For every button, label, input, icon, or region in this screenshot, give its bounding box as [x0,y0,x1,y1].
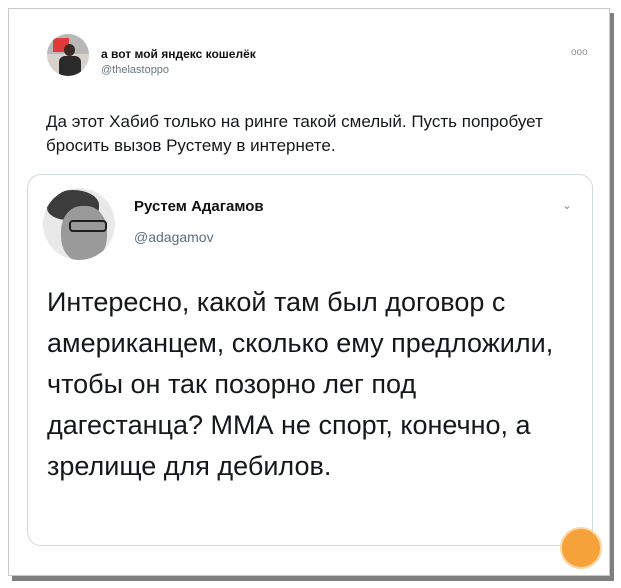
quoted-avatar-glasses [69,220,107,232]
avatar-body [59,56,81,76]
author-name[interactable]: а вот мой яндекс кошелёк [101,47,256,61]
quoted-author-name[interactable]: Рустем Адагамов [134,198,264,215]
tweet-text: Да этот Хабиб только на ринге такой смел… [46,112,543,155]
author-handle[interactable]: @thelastoppo [101,64,169,76]
avatar[interactable] [47,34,89,76]
watermark-logo [560,527,602,569]
more-horizontal-icon[interactable]: ооо [571,47,588,58]
avatar-head [64,44,75,56]
chevron-down-icon[interactable]: ⌄ [562,198,572,212]
quoted-author-handle[interactable]: @adagamov [134,229,214,245]
quoted-avatar[interactable] [43,188,115,260]
quoted-avatar-face [61,206,107,260]
quoted-tweet-text: Интересно, какой там был договор с амери… [47,287,554,481]
